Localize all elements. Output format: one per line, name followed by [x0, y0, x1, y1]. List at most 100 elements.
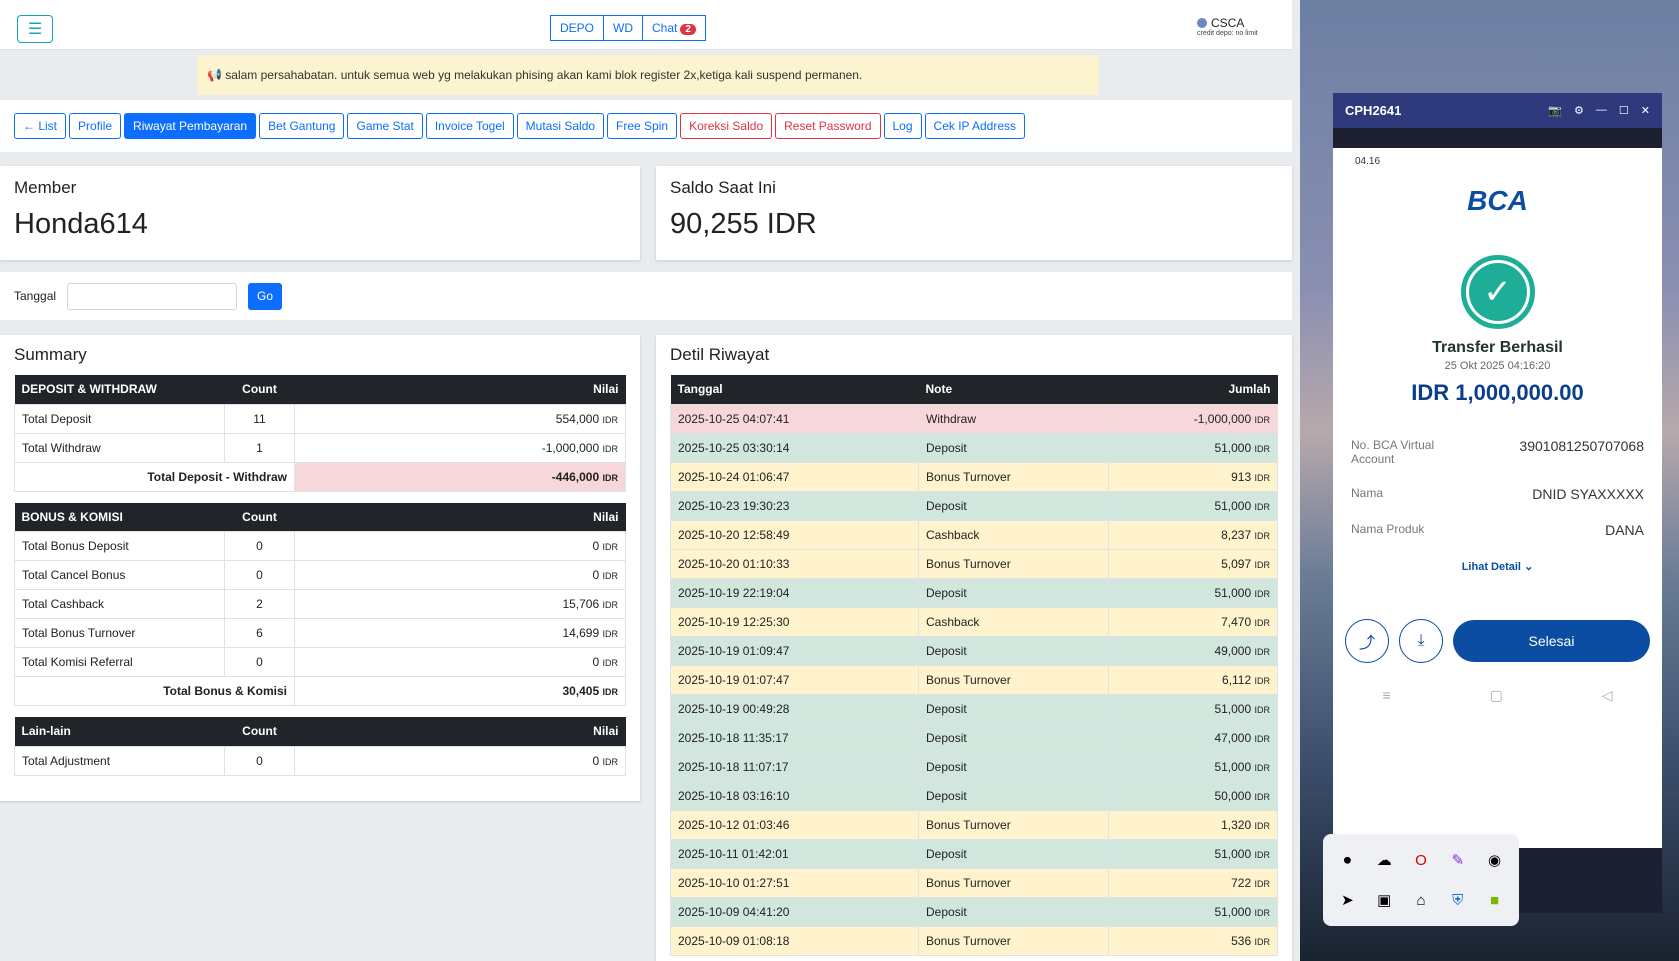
total-row: Total Bonus & Komisi 30,405 IDR — [14, 676, 626, 706]
close-icon[interactable]: ✕ — [1641, 104, 1650, 117]
phone-title: CPH2641 — [1345, 103, 1402, 118]
chat-button[interactable]: Chat 2 — [643, 15, 706, 41]
detail-jumlah: 51,000 IDR — [1108, 432, 1278, 463]
telegram-icon[interactable]: ➤ — [1331, 882, 1364, 918]
va-row: No. BCA Virtual Account 3901081250707068 — [1333, 438, 1662, 466]
detail-jumlah: 51,000 IDR — [1108, 577, 1278, 608]
idr-unit: IDR — [1254, 820, 1271, 831]
usb-icon[interactable]: ⌂ — [1405, 882, 1438, 918]
row-value-num: -1,000,000 — [541, 440, 600, 455]
detail-note: Deposit — [918, 490, 1109, 521]
cloud-icon[interactable]: ☁ — [1368, 842, 1401, 878]
idr-unit: IDR — [1254, 907, 1271, 918]
nav-list[interactable]: ← List — [14, 113, 67, 139]
col-nilai: Nilai — [294, 502, 626, 532]
idr-unit: IDR — [602, 472, 619, 483]
maximize-icon[interactable]: ☐ — [1619, 104, 1629, 117]
nav-game-stat[interactable]: Game Stat — [347, 113, 423, 139]
idr-unit: IDR — [1254, 791, 1271, 802]
selesai-button[interactable]: Selesai — [1453, 620, 1650, 662]
user-name: CSCA — [1211, 16, 1245, 30]
nav-mutasi-saldo[interactable]: Mutasi Saldo — [516, 113, 605, 139]
notice-banner: 📢 salam persahabatan. untuk semua web yg… — [197, 55, 1099, 95]
nav-riwayat-pembayaran[interactable]: Riwayat Pembayaran — [124, 113, 257, 139]
total-value: -446,000 IDR — [294, 461, 626, 492]
idr-unit: IDR — [1254, 559, 1271, 570]
detail-jumlah-num: 1,320 — [1221, 817, 1252, 832]
ll-head: Lain-lain — [14, 717, 225, 746]
record-icon[interactable]: ⏺ — [1331, 842, 1364, 878]
shield-icon[interactable]: ⛨ — [1441, 882, 1474, 918]
android-nav: ≡ ▢ ◁ — [1333, 687, 1662, 704]
total-row: Total Deposit - Withdraw -446,000 IDR — [14, 461, 626, 492]
lihat-detail-link[interactable]: Lihat Detail ⌄ — [1333, 560, 1662, 573]
detail-jumlah-num: 51,000 — [1214, 759, 1252, 774]
summary-title: Summary — [14, 345, 87, 364]
depo-button[interactable]: DEPO — [550, 15, 605, 41]
row-value: 14,699 IDR — [294, 618, 626, 648]
col-tanggal: Tanggal — [670, 375, 919, 404]
idr-unit: IDR — [1254, 501, 1271, 512]
back-icon[interactable]: ◁ — [1602, 687, 1613, 704]
phone-screen: 04.16 BCA ✓ Transfer Berhasil 25 Okt 202… — [1333, 148, 1662, 848]
browser-window: ☰ DEPO WD Chat 2 CSCA credit depo: no limi… — [0, 0, 1300, 961]
nav-log[interactable]: Log — [883, 113, 922, 139]
chat-label: Chat — [652, 21, 678, 35]
share-icon[interactable]: ⤴ — [1345, 619, 1389, 663]
row-count: 1 — [224, 432, 295, 463]
detail-jumlah: 1,320 IDR — [1108, 809, 1278, 840]
idr-unit: IDR — [602, 629, 619, 639]
detail-jumlah: 7,470 IDR — [1108, 606, 1278, 637]
nav-bet-gantung[interactable]: Bet Gantung — [259, 113, 345, 139]
storage-icon[interactable]: ▣ — [1368, 882, 1401, 918]
camera-icon[interactable]: 📷 — [1548, 104, 1562, 117]
wd-button[interactable]: WD — [604, 15, 644, 41]
detail-jumlah-num: 536 — [1231, 933, 1252, 948]
detail-jumlah-num: 913 — [1231, 469, 1252, 484]
lihat-label: Lihat Detail — [1461, 561, 1521, 573]
detail-jumlah-num: 7,470 — [1221, 614, 1252, 629]
nav-profile[interactable]: Profile — [69, 113, 122, 139]
row-label: Total Komisi Referral — [14, 647, 225, 677]
tanggal-input[interactable] — [67, 283, 237, 310]
total-value: 30,405 IDR — [294, 676, 626, 706]
col-nilai: Nilai — [294, 375, 626, 404]
nav-reset-password[interactable]: Reset Password — [775, 113, 881, 139]
go-button[interactable]: Go — [248, 283, 282, 310]
va-label: No. BCA Virtual Account — [1351, 438, 1435, 466]
row-label: Total Cancel Bonus — [14, 560, 225, 590]
produk-label: Nama Produk — [1351, 522, 1425, 536]
detail-row: 2025-10-20 12:58:49 Cashback 8,237 IDR — [670, 519, 1278, 550]
nav-cek-ip[interactable]: Cek IP Address — [924, 113, 1026, 139]
row-count: 0 — [224, 745, 295, 776]
settings-icon[interactable]: ⚙ — [1574, 104, 1584, 117]
user-menu[interactable]: CSCA credit depo: no limit — [1197, 16, 1258, 37]
detail-jumlah: 6,112 IDR — [1108, 664, 1278, 695]
hamburger-icon[interactable]: ☰ — [17, 15, 53, 43]
nvidia-icon[interactable]: ■ — [1478, 882, 1511, 918]
home-icon[interactable]: ▢ — [1490, 687, 1503, 704]
nav-koreksi-saldo[interactable]: Koreksi Saldo — [680, 113, 773, 139]
detail-tanggal: 2025-10-19 01:09:47 — [670, 635, 919, 666]
detail-jumlah: -1,000,000 IDR — [1108, 403, 1278, 434]
nav-free-spin[interactable]: Free Spin — [607, 113, 678, 139]
idr-unit: IDR — [1254, 472, 1271, 483]
download-icon[interactable]: ⤓ — [1399, 619, 1443, 663]
detail-jumlah-num: -1,000,000 — [1193, 411, 1252, 426]
bk-table: BONUS & KOMISI Count Nilai Total Bonus Dep… — [14, 502, 626, 706]
detail-jumlah-num: 47,000 — [1214, 730, 1252, 745]
minimize-icon[interactable]: — — [1596, 104, 1607, 117]
pen-icon[interactable]: ✎ — [1441, 842, 1474, 878]
row-label: Total Cashback — [14, 589, 225, 619]
chrome-icon[interactable]: ◉ — [1478, 842, 1511, 878]
detail-row: 2025-10-19 01:07:47 Bonus Turnover 6,112 I… — [670, 664, 1278, 695]
detail-tanggal: 2025-10-25 04:07:41 — [670, 403, 919, 434]
detail-note: Bonus Turnover — [918, 461, 1109, 492]
saldo-label: Saldo Saat Ini — [670, 178, 776, 197]
detail-row: 2025-10-25 03:30:14 Deposit 51,000 IDR — [670, 432, 1278, 463]
opera-icon[interactable]: O — [1405, 842, 1438, 878]
megaphone-icon: 📢 — [207, 68, 226, 82]
nav-invoice-togel[interactable]: Invoice Togel — [425, 113, 514, 139]
recents-icon[interactable]: ≡ — [1382, 687, 1390, 704]
row-value-num: 554,000 — [555, 411, 600, 426]
